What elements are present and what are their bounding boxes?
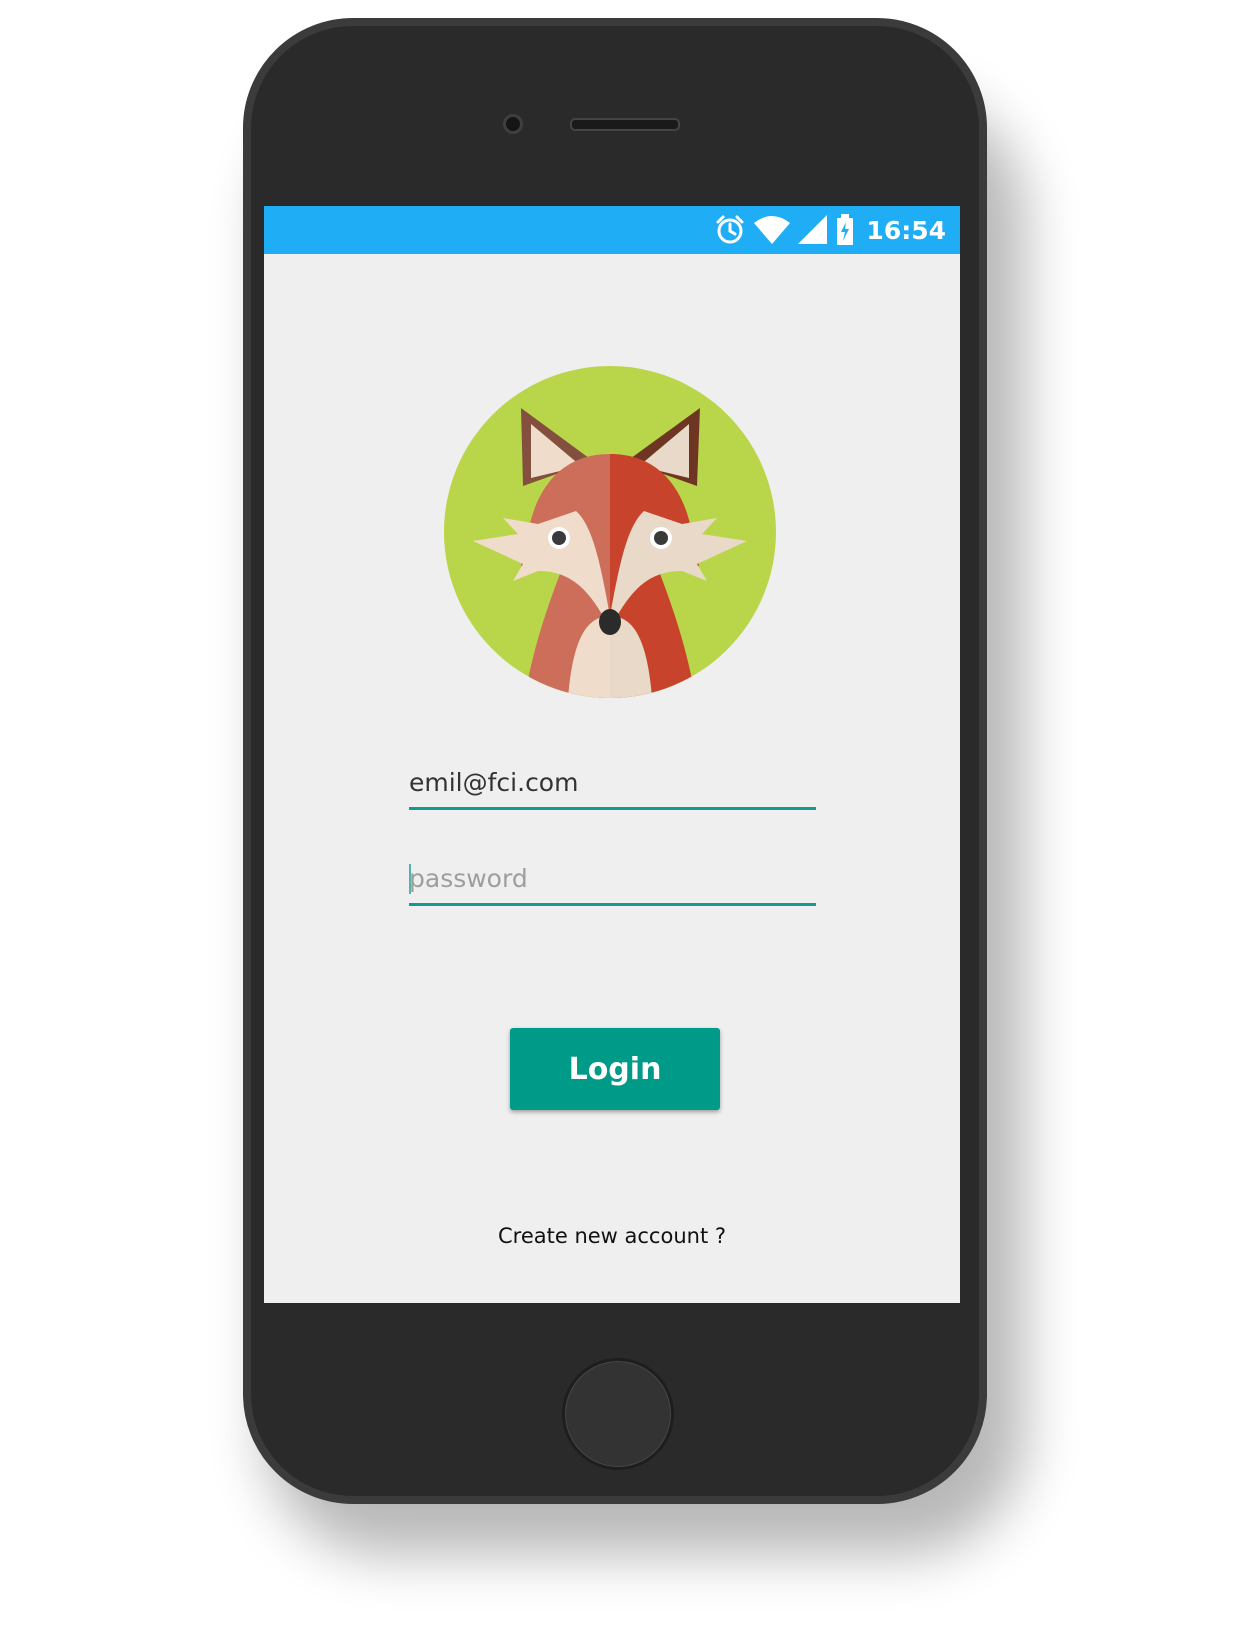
- password-input[interactable]: [409, 854, 816, 902]
- email-field[interactable]: [409, 758, 816, 810]
- signal-icon: [798, 215, 828, 244]
- login-button[interactable]: Login: [510, 1028, 720, 1110]
- status-icons: 16:54: [714, 206, 946, 254]
- status-bar: 16:54: [264, 206, 960, 254]
- create-account-link[interactable]: Create new account ?: [264, 1224, 960, 1248]
- alarm-icon: [716, 215, 744, 244]
- front-camera: [503, 114, 523, 134]
- password-field[interactable]: [409, 854, 816, 906]
- status-time: 16:54: [866, 215, 946, 245]
- email-input[interactable]: [409, 758, 816, 806]
- password-underline: [409, 903, 816, 906]
- earpiece-speaker: [570, 118, 680, 131]
- text-cursor: [409, 864, 411, 894]
- email-underline: [409, 807, 816, 810]
- wifi-icon: [754, 216, 791, 244]
- battery-charging-icon: [837, 214, 854, 245]
- app-screen: 16:54 emil@fci.com Login Create new acco…: [264, 206, 960, 1303]
- fox-avatar: [444, 366, 776, 698]
- home-button[interactable]: [562, 1358, 674, 1470]
